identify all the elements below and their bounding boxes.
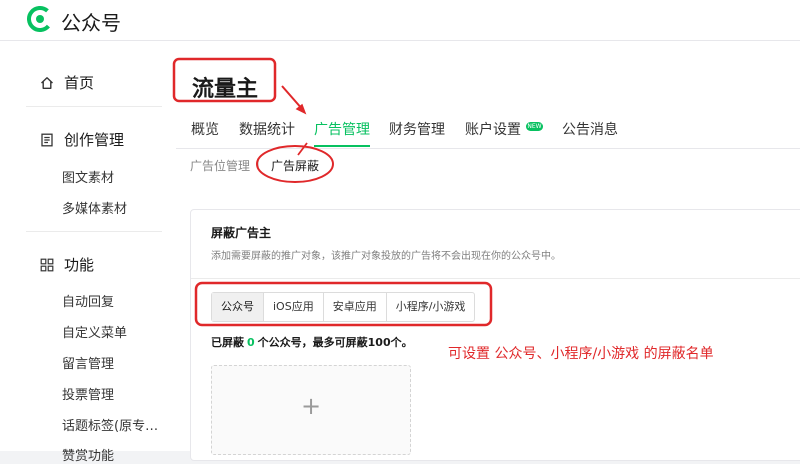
tab-ad-management[interactable]: 广告管理 [314,119,370,139]
sidebar-item-votes[interactable]: 投票管理 [62,384,114,403]
sidebar-item-topic-tags[interactable]: 话题标签(原专… [62,415,158,434]
segment-ios-app[interactable]: iOS应用 [264,293,324,321]
segment-official-account[interactable]: 公众号 [212,293,264,321]
sidebar-divider [26,106,162,107]
sidebar-section-features[interactable]: 功能 [40,254,94,275]
sidebar-divider [26,231,162,232]
sidebar-item-home[interactable]: 首页 [40,72,94,93]
main-content: 流量主 概览 数据统计 广告管理 财务管理 账户设置 NEW 公告消息 广告位管… [176,41,800,461]
sidebar-item-auto-reply[interactable]: 自动回复 [62,291,114,310]
tab-account-settings[interactable]: 账户设置 [465,119,521,139]
sidebar-item-custom-menu[interactable]: 自定义菜单 [62,322,127,341]
annotation-note: 可设置 公众号、小程序/小游戏 的屏蔽名单 [448,346,714,362]
subtab-ad-blocking[interactable]: 广告屏蔽 [271,157,319,174]
segment-android-app[interactable]: 安卓应用 [324,293,387,321]
active-tab-indicator [314,145,370,147]
sidebar-section-label: 创作管理 [64,131,125,149]
top-bar: 公众号 [0,0,800,41]
plus-icon: + [300,392,322,420]
sidebar-section-creation[interactable]: 创作管理 [40,129,124,150]
sidebar-item-media[interactable]: 多媒体素材 [62,198,127,217]
segment-mini-program[interactable]: 小程序/小游戏 [387,293,475,321]
tab-overview[interactable]: 概览 [191,119,219,139]
blocked-count-text: 已屏蔽 0 个公众号，最多可屏蔽100个。 [211,334,413,350]
sidebar-item-label: 首页 [64,74,95,92]
sidebar-item-comments[interactable]: 留言管理 [62,353,114,372]
card-description: 添加需要屏蔽的推广对象，该推广对象投放的广告将不会出现在你的公众号中。 [211,251,561,262]
card-divider [191,278,800,279]
sidebar: 首页 创作管理 图文素材 多媒体素材 功能 自动回复 自定义菜单 留言管理 投票… [0,41,176,464]
sidebar-section-label: 功能 [64,256,95,274]
advertiser-type-selector: 公众号 iOS应用 安卓应用 小程序/小游戏 [211,292,476,322]
blocked-count: 0 [247,336,255,349]
new-badge: NEW [526,122,543,131]
sidebar-item-reward[interactable]: 赞赏功能 [62,445,114,464]
page-title: 流量主 [192,77,259,102]
subtab-divider [258,159,259,170]
tabs-divider [176,148,800,149]
grid-icon [40,258,54,271]
home-icon [41,76,53,89]
tab-finance[interactable]: 财务管理 [389,119,445,139]
app-title: 公众号 [61,11,121,35]
tab-statistics[interactable]: 数据统计 [239,119,295,139]
sidebar-item-articles[interactable]: 图文素材 [62,167,114,186]
block-advertiser-card: 屏蔽广告主 添加需要屏蔽的推广对象，该推广对象投放的广告将不会出现在你的公众号中… [190,209,800,461]
tab-announcements[interactable]: 公告消息 [562,119,618,139]
wechat-oa-logo-icon[interactable] [27,6,53,32]
card-title: 屏蔽广告主 [211,226,272,240]
document-icon [41,133,53,146]
subtab-ad-slots[interactable]: 广告位管理 [190,157,250,174]
blocked-prefix: 已屏蔽 [211,336,244,349]
blocked-suffix: 个公众号，最多可屏蔽100个。 [257,336,413,349]
add-blocked-button[interactable]: + [211,365,411,455]
